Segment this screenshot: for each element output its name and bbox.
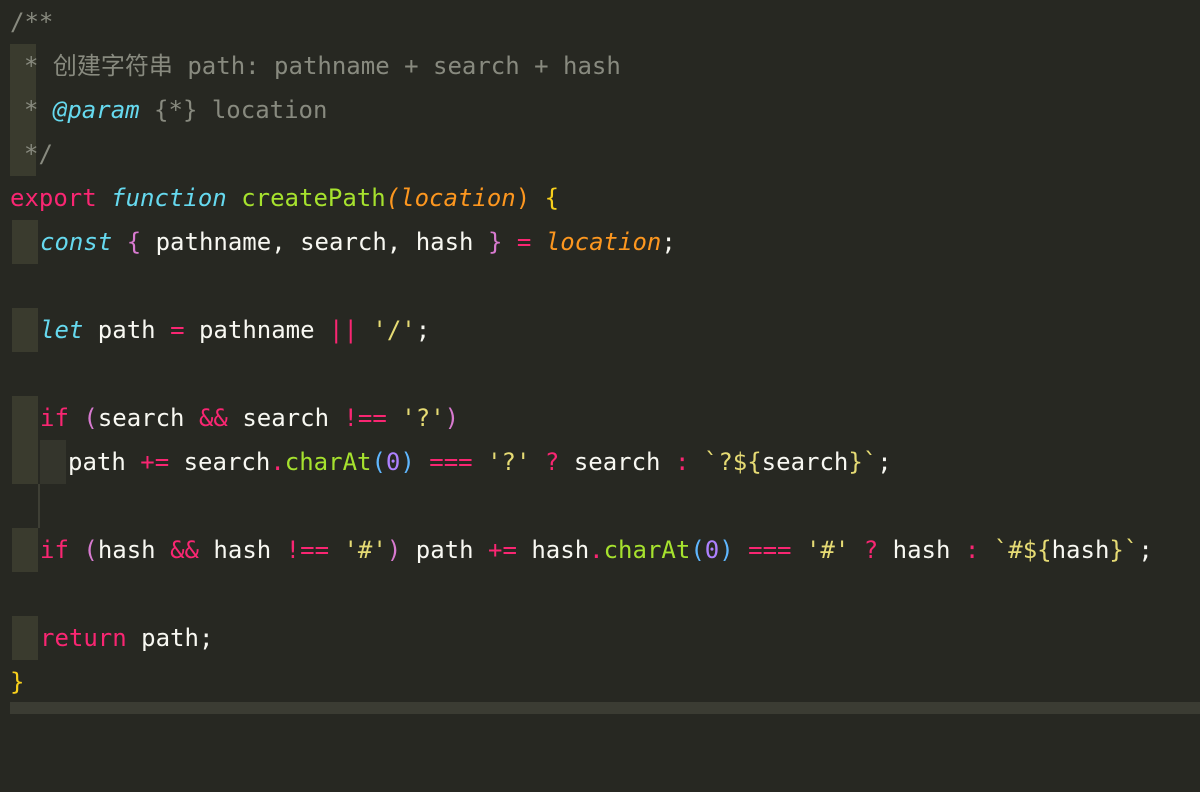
- code-line-1: /**: [0, 0, 1200, 44]
- code-line-13: if (hash && hash !== '#') path += hash.c…: [0, 528, 1200, 572]
- comment-open: /**: [10, 8, 54, 36]
- path-append-search: path += search.charAt(0) === '?' ? searc…: [68, 448, 892, 476]
- keyword-function: function: [111, 184, 227, 212]
- code-line-6: const { pathname, search, hash } = locat…: [0, 220, 1200, 264]
- indent-guide-nested: [40, 440, 66, 484]
- comment-close: */: [24, 140, 53, 168]
- jsdoc-param-type: {*} location: [139, 96, 328, 124]
- code-line-10: if (search && search !== '?'): [0, 396, 1200, 440]
- code-editor[interactable]: /** * 创建字符串 path: pathname + search + ha…: [0, 0, 1200, 714]
- keyword-if: if: [40, 404, 69, 432]
- indent-guide-nested: [38, 484, 40, 528]
- code-line-16: }: [0, 660, 1200, 704]
- indent-guide: [12, 396, 38, 440]
- code-line-4: */: [0, 132, 1200, 176]
- code-line-11: path += search.charAt(0) === '?' ? searc…: [0, 440, 1200, 484]
- comment-description-line: * 创建字符串 path: pathname + search + hash: [24, 52, 621, 80]
- function-declaration: export function createPath(location) {: [10, 184, 560, 212]
- let-statement: let path = pathname || '/';: [40, 316, 431, 344]
- code-line-8: let path = pathname || '/';: [0, 308, 1200, 352]
- parameter-location: location: [400, 184, 516, 212]
- closing-brace: }: [10, 668, 25, 696]
- keyword-return: return: [40, 624, 127, 652]
- code-line-2: * 创建字符串 path: pathname + search + hash: [0, 44, 1200, 88]
- indent-guide: [12, 528, 38, 572]
- code-line-15: return path;: [0, 616, 1200, 660]
- indent-guide: [12, 308, 38, 352]
- indent-guide: [12, 616, 38, 660]
- code-line-3: * @param {*} location: [0, 88, 1200, 132]
- keyword-export: export: [10, 184, 97, 212]
- if-search-statement: if (search && search !== '?'): [40, 404, 460, 432]
- jsdoc-param-line: * @param {*} location: [24, 96, 328, 124]
- keyword-const: const: [40, 228, 113, 256]
- horizontal-scrollbar[interactable]: [10, 702, 1200, 714]
- if-hash-statement: if (hash && hash !== '#') path += hash.c…: [40, 536, 1153, 564]
- comment-description: 创建字符串 path: pathname + search + hash: [52, 52, 621, 80]
- const-destructure: const { pathname, search, hash } = locat…: [40, 228, 676, 256]
- keyword-let: let: [40, 316, 84, 344]
- jsdoc-param-tag: @param: [52, 96, 140, 124]
- code-line-5: export function createPath(location) {: [0, 176, 1200, 220]
- return-statement: return path;: [40, 624, 214, 652]
- function-name: createPath: [241, 184, 386, 212]
- code-line-12: [0, 484, 1200, 528]
- indent-guide: [12, 440, 38, 484]
- indent-guide: [12, 220, 38, 264]
